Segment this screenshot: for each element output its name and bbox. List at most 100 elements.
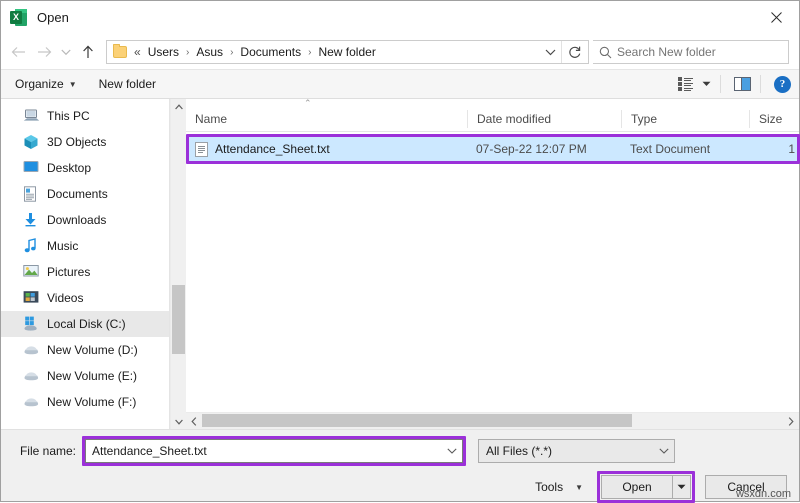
text-file-icon xyxy=(195,141,208,157)
chevron-down-icon[interactable] xyxy=(540,41,562,63)
file-rows: Attendance_Sheet.txt 07-Sep-22 12:07 PM … xyxy=(186,132,800,412)
sidebar-item-label: Music xyxy=(47,239,79,253)
sort-indicator-area: ⌃ xyxy=(186,98,799,108)
breadcrumb-separator-icon[interactable]: › xyxy=(181,47,194,58)
sidebar-item-this-pc[interactable]: This PC xyxy=(1,103,169,129)
search-box[interactable] xyxy=(593,40,789,64)
drive-icon xyxy=(23,342,40,358)
scroll-up-icon[interactable] xyxy=(171,99,186,114)
sidebar-item-label: Local Disk (C:) xyxy=(47,317,126,331)
close-icon[interactable] xyxy=(753,1,799,33)
file-name-cell[interactable]: Attendance_Sheet.txt xyxy=(186,141,467,157)
sidebar-item-new-volume-f[interactable]: New Volume (F:) xyxy=(1,389,169,415)
file-name-text: Attendance_Sheet.txt xyxy=(215,142,330,156)
chevron-down-icon: ▼ xyxy=(575,482,583,492)
scrollbar-track[interactable] xyxy=(171,114,186,414)
breadcrumb-item-asus[interactable]: Asus xyxy=(194,44,225,60)
3d-objects-icon xyxy=(23,134,40,150)
sidebar-item-label: New Volume (E:) xyxy=(47,369,138,383)
window-title: Open xyxy=(37,10,69,25)
sidebar-item-label: Pictures xyxy=(47,265,91,279)
file-name-label: File name: xyxy=(19,444,76,458)
music-icon xyxy=(23,238,40,254)
breadcrumb-separator-icon[interactable]: › xyxy=(225,47,238,58)
column-header-name[interactable]: Name xyxy=(186,110,467,128)
scroll-left-icon[interactable] xyxy=(186,413,202,429)
file-name-field-wrapper xyxy=(82,436,466,466)
file-type-cell: Text Document xyxy=(630,142,711,156)
sidebar-item-new-volume-d[interactable]: New Volume (D:) xyxy=(1,337,169,363)
desktop-icon xyxy=(23,160,40,176)
file-date-modified-cell: 07-Sep-22 12:07 PM xyxy=(476,142,587,156)
pictures-icon xyxy=(23,264,40,280)
organize-button[interactable]: Organize ▼ xyxy=(15,77,77,91)
sidebar-item-label: Downloads xyxy=(47,213,107,227)
local-disk-icon xyxy=(23,316,40,332)
scrollbar-thumb[interactable] xyxy=(172,285,185,354)
sidebar-item-new-volume-e[interactable]: New Volume (E:) xyxy=(1,363,169,389)
breadcrumb-separator-icon[interactable]: › xyxy=(303,47,316,58)
open-button[interactable]: Open xyxy=(601,475,673,499)
file-name-row: File name: All Files (*.*) xyxy=(13,436,787,466)
view-options-icon[interactable] xyxy=(678,73,693,95)
sidebar-item-3d-objects[interactable]: 3D Objects xyxy=(1,129,169,155)
sidebar-item-label: New Volume (F:) xyxy=(47,395,137,409)
documents-icon xyxy=(23,186,40,202)
file-row-container: Attendance_Sheet.txt 07-Sep-22 12:07 PM … xyxy=(186,134,800,164)
address-bar[interactable]: « Users › Asus › Documents › New folder xyxy=(106,40,589,64)
scrollbar-track[interactable] xyxy=(202,413,783,429)
this-pc-icon xyxy=(23,108,40,124)
breadcrumb-overflow-icon[interactable]: « xyxy=(134,45,146,59)
file-list-horizontal-scrollbar[interactable] xyxy=(186,412,799,429)
command-bar: Organize ▼ New folder ? xyxy=(1,69,799,99)
breadcrumb-item-documents[interactable]: Documents xyxy=(238,44,303,60)
sidebar-item-music[interactable]: Music xyxy=(1,233,169,259)
scrollbar-thumb[interactable] xyxy=(202,414,632,427)
search-icon xyxy=(593,46,617,59)
sidebar-item-desktop[interactable]: Desktop xyxy=(1,155,169,181)
title-bar: X Open xyxy=(1,1,799,35)
navigation-pane-scrollbar[interactable] xyxy=(170,99,186,429)
toolbar-divider xyxy=(760,75,761,93)
new-folder-button[interactable]: New folder xyxy=(99,77,156,91)
scroll-down-icon[interactable] xyxy=(171,414,186,429)
sidebar-item-local-disk-c[interactable]: Local Disk (C:) xyxy=(1,311,169,337)
chevron-down-icon[interactable] xyxy=(654,448,674,454)
sidebar-item-downloads[interactable]: Downloads xyxy=(1,207,169,233)
breadcrumb-item-users[interactable]: Users xyxy=(146,44,181,60)
column-header-date-modified[interactable]: Date modified xyxy=(467,109,621,128)
scroll-right-icon[interactable] xyxy=(783,413,799,429)
sidebar-item-label: This PC xyxy=(47,109,90,123)
excel-icon: X xyxy=(10,9,27,26)
forward-button[interactable] xyxy=(31,39,57,65)
chevron-down-icon[interactable] xyxy=(442,448,462,454)
up-one-level-button[interactable] xyxy=(75,39,101,65)
open-dropdown-button[interactable] xyxy=(673,475,691,499)
sidebar-item-pictures[interactable]: Pictures xyxy=(1,259,169,285)
sort-ascending-icon: ⌃ xyxy=(304,98,312,108)
breadcrumb-item-new-folder[interactable]: New folder xyxy=(316,44,377,60)
view-options-dropdown[interactable] xyxy=(702,73,711,95)
file-size-cell: 1 xyxy=(788,142,795,156)
sidebar-item-label: Documents xyxy=(47,187,108,201)
file-type-filter-combobox[interactable]: All Files (*.*) xyxy=(478,439,675,463)
search-input[interactable] xyxy=(617,45,788,59)
folder-icon xyxy=(113,44,127,58)
recent-locations-button[interactable] xyxy=(57,39,75,65)
table-row[interactable]: Attendance_Sheet.txt 07-Sep-22 12:07 PM … xyxy=(186,137,799,161)
column-header-size[interactable]: Size xyxy=(749,109,799,128)
help-icon[interactable]: ? xyxy=(774,73,791,95)
navigation-pane: This PC 3D Objects Desktop Documents Dow… xyxy=(1,99,170,429)
sidebar-item-documents[interactable]: Documents xyxy=(1,181,169,207)
dialog-footer: File name: All Files (*.*) Tools xyxy=(1,429,799,503)
back-button[interactable] xyxy=(5,39,31,65)
file-name-input[interactable] xyxy=(86,444,442,458)
refresh-icon[interactable] xyxy=(562,41,588,63)
tools-button[interactable]: Tools ▼ xyxy=(535,480,583,494)
preview-pane-icon[interactable] xyxy=(734,73,751,95)
navigation-bar: « Users › Asus › Documents › New folder xyxy=(1,35,799,69)
sidebar-item-videos[interactable]: Videos xyxy=(1,285,169,311)
file-name-combobox[interactable] xyxy=(85,439,463,463)
chevron-down-icon: ▼ xyxy=(68,79,77,89)
column-header-type[interactable]: Type xyxy=(621,109,749,128)
